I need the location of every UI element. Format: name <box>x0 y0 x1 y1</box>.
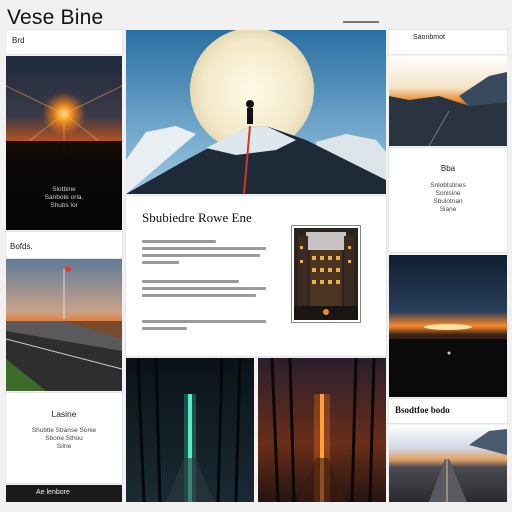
left-column: Brd Slotbine Sanbote orla. Shubs lor Bof… <box>6 30 122 502</box>
horizon-sunset-image <box>389 255 507 397</box>
moon-image <box>126 30 386 194</box>
right-top-label-card: Saonbmot <box>389 30 507 54</box>
sunset-photo[interactable]: Slotbine Sanbote orla. Shubs lor <box>6 56 122 230</box>
mountain-sunset-photo[interactable] <box>389 56 507 146</box>
article-paragraph-3 <box>142 320 266 334</box>
mid-label-card: Bofds. <box>6 232 122 258</box>
horizon-sunset-photo[interactable] <box>389 255 507 397</box>
right-text-title: Bba <box>440 164 456 173</box>
road-sunset-image <box>389 425 507 502</box>
sunset-caption-line-1: Slotbine <box>52 186 76 193</box>
text-line <box>142 254 260 257</box>
left-bottom-text-1: Shubtle Sbanse Sonie <box>31 427 97 434</box>
right-text-line-4: Siane <box>439 206 457 213</box>
forest-orange-image <box>258 358 386 502</box>
right-text-line-2: Sonlsine <box>435 190 461 197</box>
text-line <box>142 280 239 283</box>
article-heading: Sbubiedre Rowe Ene <box>142 210 252 225</box>
road-image <box>6 259 122 391</box>
left-bottom-card-text: Shubtle Sbanse Sonie Sbone Sthou Silne <box>6 427 122 451</box>
article-card: Sbubiedre Rowe Ene <box>126 196 386 356</box>
page: Vese Bine Brd Slotbine Sanbote orla. Shu… <box>0 0 512 512</box>
building-image <box>294 228 358 320</box>
text-line <box>142 320 266 323</box>
text-line <box>142 240 217 243</box>
text-line <box>142 247 266 250</box>
right-caption-card: Bsodtfoe bodo <box>389 399 507 423</box>
right-text-line-1: Snlobtstines <box>430 182 466 189</box>
forest-photo-cyan[interactable] <box>126 358 254 502</box>
road-sunset-photo[interactable] <box>389 425 507 502</box>
text-line <box>142 287 266 290</box>
text-line <box>142 327 187 330</box>
middle-column: Sbubiedre Rowe Ene <box>126 30 386 502</box>
left-bottom-text-3: Silne <box>56 443 72 450</box>
forest-photo-orange[interactable] <box>258 358 386 502</box>
right-text-card: Bba Snlobtstines Sonlsine Sbulotnan Sian… <box>389 148 507 252</box>
header-rule <box>343 21 379 23</box>
left-bottom-bar-text: Ae lenbore <box>36 489 70 496</box>
top-label-card: Brd <box>6 30 122 54</box>
forest-cyan-image <box>126 358 254 502</box>
moon-hero-photo[interactable] <box>126 30 386 194</box>
mid-label: Bofds. <box>10 242 33 251</box>
sunset-caption: Slotbine Sanbote orla. Shubs lor <box>6 186 122 210</box>
right-text-body: Snlobtstines Sonlsine Sbulotnan Siane <box>389 182 507 214</box>
left-bottom-card: Lasine Shubtle Sbanse Sonie Sbone Sthou … <box>6 393 122 483</box>
right-column: Saonbmot Bba Snlobtstines Sonlsine Sbulo… <box>389 30 507 502</box>
left-bottom-text-2: Sbone Sthou <box>45 435 83 442</box>
right-text-line-3: Sbulotnan <box>433 198 463 205</box>
text-line <box>142 261 180 264</box>
right-top-label: Saonbmot <box>413 34 445 41</box>
sunset-caption-line-3: Shubs lor <box>50 202 78 209</box>
sunset-caption-line-2: Sanbote orla. <box>44 194 84 201</box>
building-photo[interactable] <box>292 226 360 322</box>
site-title[interactable]: Vese Bine <box>7 6 103 30</box>
road-photo[interactable] <box>6 259 122 391</box>
mountain-sunset-image <box>389 56 507 146</box>
text-line <box>142 294 257 297</box>
left-bottom-bar[interactable]: Ae lenbore <box>6 485 122 502</box>
article-paragraph-2 <box>142 280 266 301</box>
article-paragraph-1 <box>142 240 266 268</box>
left-bottom-card-title: Lasine <box>51 409 77 419</box>
right-caption: Bsodtfoe bodo <box>395 405 450 415</box>
top-label: Brd <box>12 36 25 45</box>
